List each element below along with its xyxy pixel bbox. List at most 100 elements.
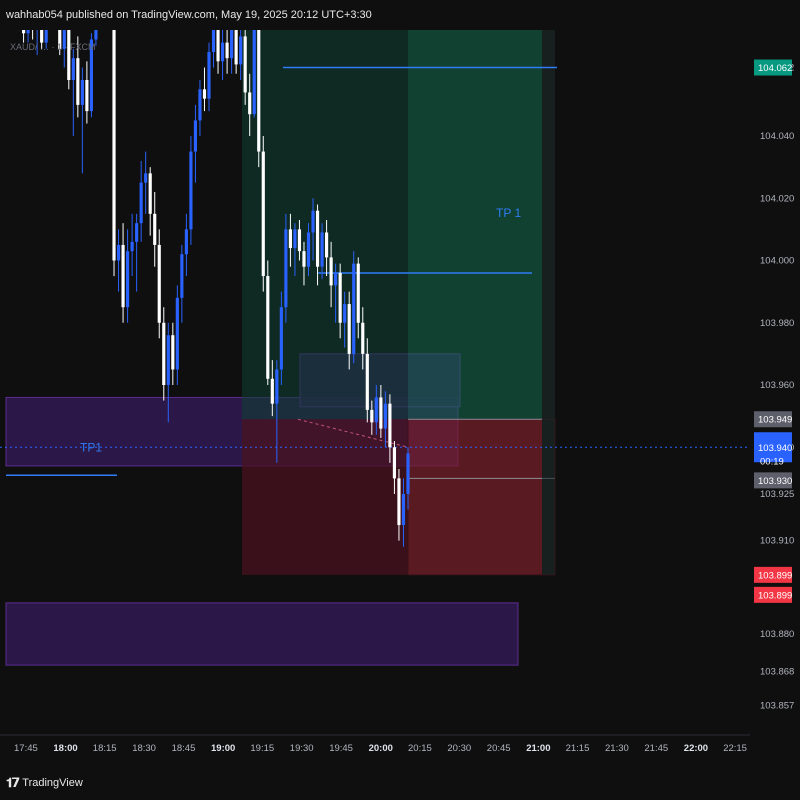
price-tick-label: 103.980 <box>760 318 794 329</box>
candle-body <box>216 30 220 62</box>
time-tick-label: 18:15 <box>93 743 117 754</box>
candle-body <box>234 30 238 65</box>
candle-body <box>315 210 320 267</box>
price-tag-stop-value: 103.899 <box>758 590 792 601</box>
candle-body <box>248 92 252 115</box>
candle-body <box>311 210 315 233</box>
candle-body <box>347 304 351 354</box>
candle-body <box>365 353 369 410</box>
tradingview-brand-label: TradingView <box>22 777 83 789</box>
position-loss-zone-right <box>408 419 542 575</box>
bottom-bar: 𝟏𝟳 TradingView <box>0 765 800 800</box>
candle-body <box>135 223 139 242</box>
price-tag-value: 103.930 <box>758 476 792 487</box>
zone-lower-purple <box>5 602 519 666</box>
position-loss-zone-left <box>242 419 408 575</box>
price-tick-label: 103.910 <box>760 536 794 547</box>
candle-body <box>26 30 30 34</box>
price-tag-stop-value: 103.899 <box>758 570 792 581</box>
candle-body <box>392 447 397 479</box>
candle-body <box>21 30 26 34</box>
candle-body <box>76 58 80 105</box>
candle-body <box>334 272 338 286</box>
candle-body <box>180 254 184 298</box>
time-tick-label: 19:00 <box>211 743 235 754</box>
candle-body <box>112 30 116 261</box>
candle-body <box>230 30 234 59</box>
candle-body <box>193 120 198 152</box>
price-tag-current-value: 103.940 <box>758 443 792 454</box>
candle-body <box>80 79 84 105</box>
candle-body <box>198 89 202 121</box>
time-tick-label: 18:00 <box>53 743 77 754</box>
candle-body <box>343 304 347 323</box>
time-tick-label: 20:00 <box>369 743 393 754</box>
candle-body <box>284 229 288 308</box>
top-bar: wahhab054 published on TradingView.com, … <box>0 0 800 30</box>
tradingview-logo-icon: 𝟏𝟳 <box>6 775 20 790</box>
candle-body <box>162 322 166 385</box>
candle-body <box>302 251 306 267</box>
candle-body <box>388 403 392 448</box>
candle-body <box>144 173 148 183</box>
time-tick-label: 22:00 <box>684 743 708 754</box>
time-tick-label: 21:00 <box>526 743 550 754</box>
candle-body <box>356 263 360 323</box>
time-tick-label: 20:45 <box>487 743 511 754</box>
candle-body <box>257 30 261 152</box>
price-tag-countdown: 00:19 <box>760 456 784 467</box>
candle-body <box>40 30 44 43</box>
price-tick-label: 103.925 <box>760 489 794 500</box>
candle-body <box>171 335 175 370</box>
price-tag-value: 103.949 <box>758 415 792 426</box>
candle-body <box>297 229 302 252</box>
candle-body <box>175 297 179 370</box>
candle-body <box>121 244 125 308</box>
candle-body <box>148 173 152 214</box>
time-tick-label: 19:15 <box>250 743 274 754</box>
time-tick-label: 21:30 <box>605 743 629 754</box>
price-tick-label: 103.868 <box>760 666 794 677</box>
candle-body <box>293 229 297 249</box>
price-chart[interactable]: TP 2TP 1TP1XAUD/ … · 1 · FXCM104.062104.… <box>0 30 800 765</box>
time-tick-label: 22:15 <box>723 743 747 754</box>
candle-body <box>325 232 329 258</box>
candle-body <box>406 453 410 494</box>
candle-body <box>166 335 170 385</box>
candle-body <box>220 42 225 62</box>
candle-body <box>211 30 216 52</box>
time-tick-label: 17:45 <box>14 743 38 754</box>
position-right-margin <box>542 30 555 575</box>
candle-body <box>67 30 71 80</box>
candle-body <box>243 36 247 93</box>
candle-body <box>252 30 256 115</box>
price-tick-label: 103.960 <box>760 380 794 391</box>
candle-body <box>306 232 311 267</box>
tp1-label: TP 1 <box>496 206 521 220</box>
candle-body <box>71 58 75 80</box>
candle-body <box>94 30 98 40</box>
chart-area[interactable]: TP 2TP 1TP1XAUD/ … · 1 · FXCM104.062104.… <box>0 30 800 765</box>
time-tick-label: 20:15 <box>408 743 432 754</box>
tradingview-logo[interactable]: 𝟏𝟳 TradingView <box>6 775 83 791</box>
candle-body <box>397 478 401 526</box>
price-tag-top-value: 104.062 <box>758 63 792 74</box>
candle-body <box>383 403 387 429</box>
candle-body <box>275 369 279 404</box>
symbol-label: XAUD/ … · 1 · FXCM <box>10 42 96 52</box>
candle-body <box>85 79 89 112</box>
candle-body <box>401 493 406 526</box>
price-tick-label: 104.040 <box>760 131 794 142</box>
published-caption: wahhab054 published on TradingView.com, … <box>6 9 372 21</box>
candle-body <box>338 272 342 323</box>
candle-body <box>266 276 270 379</box>
time-tick-label: 19:45 <box>329 743 353 754</box>
candle-body <box>329 257 333 286</box>
candle-body <box>116 244 121 261</box>
candle-body <box>130 241 134 252</box>
candle-body <box>202 89 207 99</box>
candle-body <box>379 397 383 429</box>
candle-body <box>288 229 292 249</box>
candle-body <box>361 322 365 354</box>
candle-body <box>374 397 378 423</box>
